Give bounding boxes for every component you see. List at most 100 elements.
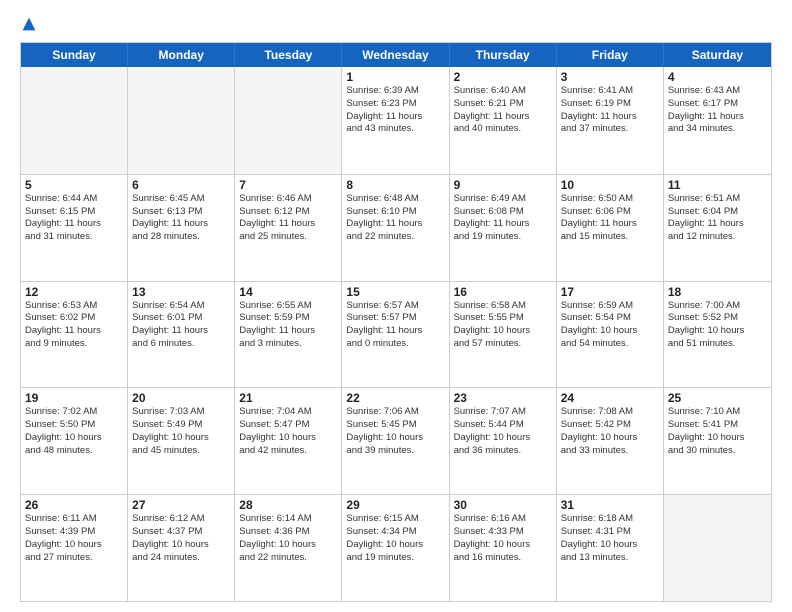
day-info: Sunrise: 6:14 AM Sunset: 4:36 PM Dayligh… bbox=[239, 513, 337, 564]
calendar-cell: 24Sunrise: 7:08 AM Sunset: 5:42 PM Dayli… bbox=[557, 388, 664, 494]
day-info: Sunrise: 6:55 AM Sunset: 5:59 PM Dayligh… bbox=[239, 300, 337, 351]
logo-text bbox=[20, 16, 38, 32]
day-number: 25 bbox=[668, 391, 767, 405]
day-number: 7 bbox=[239, 178, 337, 192]
day-number: 12 bbox=[25, 285, 123, 299]
day-number: 13 bbox=[132, 285, 230, 299]
day-info: Sunrise: 6:12 AM Sunset: 4:37 PM Dayligh… bbox=[132, 513, 230, 564]
day-number: 11 bbox=[668, 178, 767, 192]
day-info: Sunrise: 6:15 AM Sunset: 4:34 PM Dayligh… bbox=[346, 513, 444, 564]
weekday-header: Saturday bbox=[664, 43, 771, 67]
day-info: Sunrise: 6:58 AM Sunset: 5:55 PM Dayligh… bbox=[454, 300, 552, 351]
calendar-cell: 1Sunrise: 6:39 AM Sunset: 6:23 PM Daylig… bbox=[342, 67, 449, 174]
day-number: 10 bbox=[561, 178, 659, 192]
day-number: 2 bbox=[454, 70, 552, 84]
day-number: 20 bbox=[132, 391, 230, 405]
day-number: 9 bbox=[454, 178, 552, 192]
day-info: Sunrise: 6:57 AM Sunset: 5:57 PM Dayligh… bbox=[346, 300, 444, 351]
day-number: 23 bbox=[454, 391, 552, 405]
calendar-cell: 23Sunrise: 7:07 AM Sunset: 5:44 PM Dayli… bbox=[450, 388, 557, 494]
calendar-cell: 27Sunrise: 6:12 AM Sunset: 4:37 PM Dayli… bbox=[128, 495, 235, 601]
day-info: Sunrise: 6:39 AM Sunset: 6:23 PM Dayligh… bbox=[346, 85, 444, 136]
calendar-cell bbox=[664, 495, 771, 601]
day-info: Sunrise: 6:59 AM Sunset: 5:54 PM Dayligh… bbox=[561, 300, 659, 351]
day-number: 4 bbox=[668, 70, 767, 84]
calendar-cell: 21Sunrise: 7:04 AM Sunset: 5:47 PM Dayli… bbox=[235, 388, 342, 494]
calendar-cell: 3Sunrise: 6:41 AM Sunset: 6:19 PM Daylig… bbox=[557, 67, 664, 174]
day-info: Sunrise: 6:50 AM Sunset: 6:06 PM Dayligh… bbox=[561, 193, 659, 244]
weekday-header: Wednesday bbox=[342, 43, 449, 67]
day-info: Sunrise: 6:54 AM Sunset: 6:01 PM Dayligh… bbox=[132, 300, 230, 351]
day-info: Sunrise: 7:04 AM Sunset: 5:47 PM Dayligh… bbox=[239, 406, 337, 457]
day-number: 28 bbox=[239, 498, 337, 512]
day-info: Sunrise: 6:43 AM Sunset: 6:17 PM Dayligh… bbox=[668, 85, 767, 136]
day-number: 16 bbox=[454, 285, 552, 299]
day-number: 18 bbox=[668, 285, 767, 299]
calendar-cell bbox=[21, 67, 128, 174]
day-info: Sunrise: 7:07 AM Sunset: 5:44 PM Dayligh… bbox=[454, 406, 552, 457]
day-info: Sunrise: 7:06 AM Sunset: 5:45 PM Dayligh… bbox=[346, 406, 444, 457]
calendar-row: 26Sunrise: 6:11 AM Sunset: 4:39 PM Dayli… bbox=[21, 494, 771, 601]
calendar-cell: 9Sunrise: 6:49 AM Sunset: 6:08 PM Daylig… bbox=[450, 175, 557, 281]
calendar-cell: 29Sunrise: 6:15 AM Sunset: 4:34 PM Dayli… bbox=[342, 495, 449, 601]
day-number: 21 bbox=[239, 391, 337, 405]
calendar-cell: 22Sunrise: 7:06 AM Sunset: 5:45 PM Dayli… bbox=[342, 388, 449, 494]
weekday-header: Monday bbox=[128, 43, 235, 67]
calendar: SundayMondayTuesdayWednesdayThursdayFrid… bbox=[20, 42, 772, 602]
calendar-cell: 6Sunrise: 6:45 AM Sunset: 6:13 PM Daylig… bbox=[128, 175, 235, 281]
day-number: 29 bbox=[346, 498, 444, 512]
calendar-cell: 7Sunrise: 6:46 AM Sunset: 6:12 PM Daylig… bbox=[235, 175, 342, 281]
weekday-header: Friday bbox=[557, 43, 664, 67]
day-info: Sunrise: 7:10 AM Sunset: 5:41 PM Dayligh… bbox=[668, 406, 767, 457]
page-header bbox=[20, 16, 772, 32]
day-info: Sunrise: 6:45 AM Sunset: 6:13 PM Dayligh… bbox=[132, 193, 230, 244]
day-number: 15 bbox=[346, 285, 444, 299]
day-number: 27 bbox=[132, 498, 230, 512]
calendar-cell: 18Sunrise: 7:00 AM Sunset: 5:52 PM Dayli… bbox=[664, 282, 771, 388]
day-info: Sunrise: 6:41 AM Sunset: 6:19 PM Dayligh… bbox=[561, 85, 659, 136]
calendar-cell: 30Sunrise: 6:16 AM Sunset: 4:33 PM Dayli… bbox=[450, 495, 557, 601]
logo bbox=[20, 16, 38, 32]
day-info: Sunrise: 7:08 AM Sunset: 5:42 PM Dayligh… bbox=[561, 406, 659, 457]
day-info: Sunrise: 6:51 AM Sunset: 6:04 PM Dayligh… bbox=[668, 193, 767, 244]
calendar-cell bbox=[128, 67, 235, 174]
day-info: Sunrise: 7:00 AM Sunset: 5:52 PM Dayligh… bbox=[668, 300, 767, 351]
calendar-cell: 14Sunrise: 6:55 AM Sunset: 5:59 PM Dayli… bbox=[235, 282, 342, 388]
calendar-cell: 4Sunrise: 6:43 AM Sunset: 6:17 PM Daylig… bbox=[664, 67, 771, 174]
day-info: Sunrise: 6:44 AM Sunset: 6:15 PM Dayligh… bbox=[25, 193, 123, 244]
day-info: Sunrise: 6:16 AM Sunset: 4:33 PM Dayligh… bbox=[454, 513, 552, 564]
day-info: Sunrise: 7:02 AM Sunset: 5:50 PM Dayligh… bbox=[25, 406, 123, 457]
day-info: Sunrise: 6:11 AM Sunset: 4:39 PM Dayligh… bbox=[25, 513, 123, 564]
logo-icon bbox=[21, 16, 37, 32]
day-number: 19 bbox=[25, 391, 123, 405]
calendar-cell: 15Sunrise: 6:57 AM Sunset: 5:57 PM Dayli… bbox=[342, 282, 449, 388]
calendar-cell: 25Sunrise: 7:10 AM Sunset: 5:41 PM Dayli… bbox=[664, 388, 771, 494]
calendar-cell: 20Sunrise: 7:03 AM Sunset: 5:49 PM Dayli… bbox=[128, 388, 235, 494]
calendar-cell: 13Sunrise: 6:54 AM Sunset: 6:01 PM Dayli… bbox=[128, 282, 235, 388]
day-info: Sunrise: 6:53 AM Sunset: 6:02 PM Dayligh… bbox=[25, 300, 123, 351]
calendar-cell: 12Sunrise: 6:53 AM Sunset: 6:02 PM Dayli… bbox=[21, 282, 128, 388]
day-number: 6 bbox=[132, 178, 230, 192]
page-container: SundayMondayTuesdayWednesdayThursdayFrid… bbox=[0, 0, 792, 612]
calendar-row: 1Sunrise: 6:39 AM Sunset: 6:23 PM Daylig… bbox=[21, 67, 771, 174]
calendar-body: 1Sunrise: 6:39 AM Sunset: 6:23 PM Daylig… bbox=[21, 67, 771, 601]
calendar-cell: 19Sunrise: 7:02 AM Sunset: 5:50 PM Dayli… bbox=[21, 388, 128, 494]
day-info: Sunrise: 6:40 AM Sunset: 6:21 PM Dayligh… bbox=[454, 85, 552, 136]
day-number: 30 bbox=[454, 498, 552, 512]
calendar-row: 12Sunrise: 6:53 AM Sunset: 6:02 PM Dayli… bbox=[21, 281, 771, 388]
day-number: 8 bbox=[346, 178, 444, 192]
calendar-cell bbox=[235, 67, 342, 174]
calendar-row: 5Sunrise: 6:44 AM Sunset: 6:15 PM Daylig… bbox=[21, 174, 771, 281]
day-number: 22 bbox=[346, 391, 444, 405]
calendar-header: SundayMondayTuesdayWednesdayThursdayFrid… bbox=[21, 43, 771, 67]
calendar-cell: 5Sunrise: 6:44 AM Sunset: 6:15 PM Daylig… bbox=[21, 175, 128, 281]
day-number: 26 bbox=[25, 498, 123, 512]
day-number: 3 bbox=[561, 70, 659, 84]
calendar-cell: 26Sunrise: 6:11 AM Sunset: 4:39 PM Dayli… bbox=[21, 495, 128, 601]
weekday-header: Sunday bbox=[21, 43, 128, 67]
calendar-cell: 28Sunrise: 6:14 AM Sunset: 4:36 PM Dayli… bbox=[235, 495, 342, 601]
day-info: Sunrise: 6:18 AM Sunset: 4:31 PM Dayligh… bbox=[561, 513, 659, 564]
day-number: 5 bbox=[25, 178, 123, 192]
weekday-header: Thursday bbox=[450, 43, 557, 67]
day-number: 17 bbox=[561, 285, 659, 299]
